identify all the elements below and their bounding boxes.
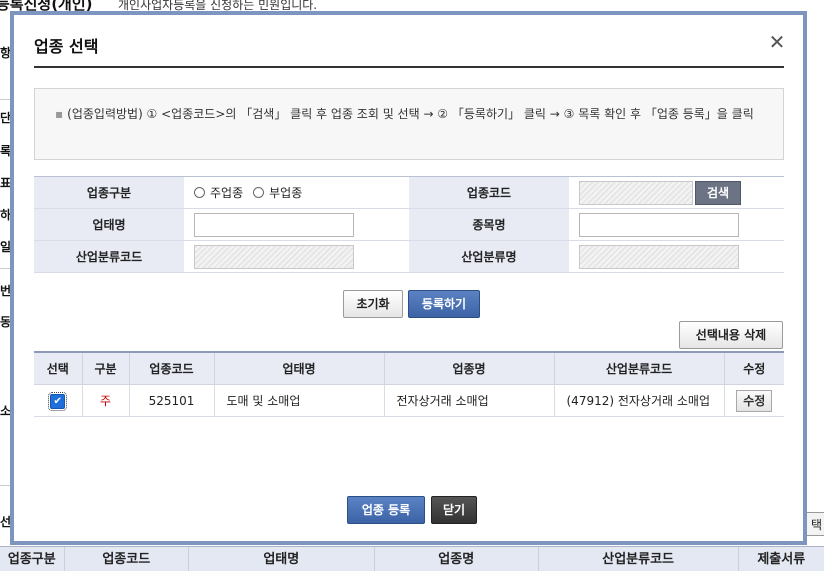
industry-class-name-label: 산업분류명	[409, 240, 569, 273]
background-header: 등록신청(개인) 개인사업자등록을 신청하는 민원입니다.	[0, 0, 824, 13]
industry-list-table: 선택 구분 업종코드 업태명 업종명 산업분류코드 수정 ✔ 주 525101 …	[34, 351, 784, 417]
item-field[interactable]	[579, 212, 739, 237]
type-label: 업종구분	[34, 176, 184, 209]
business-type-label: 업태명	[34, 208, 184, 241]
title-divider	[34, 66, 784, 68]
row-business: 도매 및 소매업	[213, 384, 385, 417]
industry-search-form: 업종구분 주업종 부업종 업종코드 검색 업태명 종목명 산업분류코드 산업분류…	[34, 176, 784, 273]
background-col-header: 업종코드	[65, 547, 189, 571]
col-item: 업종명	[383, 352, 555, 385]
row-code: 525101	[128, 384, 215, 417]
item-label: 종목명	[409, 208, 569, 241]
col-industry-class-code: 산업분류코드	[553, 352, 725, 385]
notice-text: (업종입력방법) ① <업종코드>의 「검색」 클릭 후 업종 조회 및 선택 …	[67, 107, 754, 121]
background-col-header: 산업분류코드	[539, 547, 739, 571]
main-type-label[interactable]: 주업종	[210, 184, 243, 201]
background-table-header: 업종구분 업종코드 업태명 업종명 산업분류코드 제출서류	[0, 546, 824, 571]
register-button[interactable]: 등록하기	[408, 290, 480, 318]
business-type-field[interactable]	[194, 212, 354, 237]
industry-code-field	[579, 180, 693, 205]
col-business: 업태명	[213, 352, 385, 385]
input-method-notice: ▪ (업종입력방법) ① <업종코드>의 「검색」 클릭 후 업종 조회 및 선택…	[34, 88, 784, 160]
table-header-row: 선택 구분 업종코드 업태명 업종명 산업분류코드 수정	[34, 352, 784, 385]
row-checkbox[interactable]: ✔	[48, 391, 68, 411]
bullet-icon: ▪	[55, 107, 64, 121]
submit-industry-button[interactable]: 업종 등록	[347, 496, 425, 524]
table-row: ✔ 주 525101 도매 및 소매업 전자상거래 소매업 (47912) 전자…	[34, 384, 784, 417]
edit-button[interactable]: 수정	[736, 389, 773, 412]
col-code: 업종코드	[128, 352, 215, 385]
code-label: 업종코드	[409, 176, 569, 209]
industry-class-name-field	[579, 244, 739, 269]
row-type: 주	[99, 394, 112, 408]
col-select: 선택	[34, 352, 83, 385]
row-item: 전자상거래 소매업	[383, 384, 555, 417]
sub-type-radio[interactable]	[253, 187, 265, 198]
background-col-header: 업태명	[189, 547, 375, 571]
industry-select-modal: 업종 선택 ✕ ▪ (업종입력방법) ① <업종코드>의 「검색」 클릭 후 업종…	[10, 11, 807, 545]
delete-selected-button[interactable]: 선택내용 삭제	[679, 321, 783, 349]
industry-class-code-label: 산업분류코드	[34, 240, 184, 273]
reset-button[interactable]: 초기화	[343, 290, 403, 318]
search-button[interactable]: 검색	[695, 180, 741, 205]
type-radio-group: 주업종 부업종	[194, 184, 409, 201]
background-col-header: 업종명	[375, 547, 539, 571]
background-col-header: 업종구분	[0, 547, 65, 571]
col-edit: 수정	[723, 352, 784, 385]
background-select-button[interactable]: 택	[806, 512, 824, 536]
sub-type-label[interactable]: 부업종	[269, 184, 302, 201]
close-button[interactable]: 닫기	[431, 496, 477, 524]
close-icon[interactable]: ✕	[768, 32, 786, 52]
main-type-radio[interactable]	[194, 187, 205, 198]
industry-class-code-field	[194, 244, 354, 269]
col-type: 구분	[81, 352, 130, 385]
background-col-header: 제출서류	[757, 552, 806, 567]
row-industry-class-code: (47912) 전자상거래 소매업	[553, 384, 725, 417]
modal-title: 업종 선택	[34, 37, 99, 56]
